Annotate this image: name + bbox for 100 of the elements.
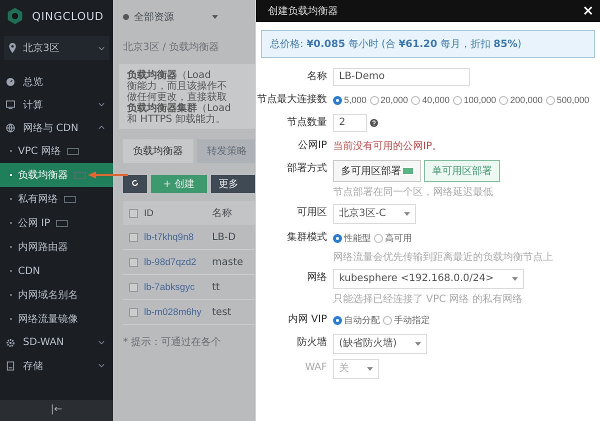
more-actions-button[interactable]: 更多 [210, 175, 255, 193]
hint-text: 只能选择已经连接了 VPC 网络 的私有网络 [333, 292, 524, 306]
radio-label: 100,000 [464, 95, 496, 105]
checkbox[interactable] [129, 232, 138, 242]
radio-label: 5,000 [344, 95, 367, 105]
select-field[interactable]: 北京3区-C [333, 204, 416, 224]
price-notice: 总价格: ¥0.085 每小时 (合 ¥61.20 每月，折扣 85%) [261, 30, 595, 58]
dashboard-icon [6, 76, 15, 86]
nav-subitem[interactable]: 负载均衡器 [0, 163, 113, 187]
column-header: ID [144, 208, 154, 218]
radio-button[interactable] [411, 96, 420, 104]
caret-icon [512, 277, 518, 281]
error-message: 当前没有可用的公网IP。 [333, 140, 442, 153]
table-cell-text: tt [212, 282, 221, 292]
checkbox[interactable] [129, 208, 138, 218]
storage-icon [6, 360, 15, 370]
new-badge [64, 196, 76, 202]
globe-icon [6, 122, 15, 132]
radio-button[interactable] [370, 96, 379, 104]
radio-label: 性能型 [344, 232, 371, 244]
field-label: 公网IP [297, 139, 328, 153]
field-label: 防火墙 [296, 336, 328, 350]
nav-subitem[interactable]: CDN [0, 259, 113, 283]
radio-label: 高可用 [385, 232, 412, 244]
location-pin-icon [8, 43, 17, 53]
description-line: 和 HTTPS 卸载能力。 [127, 114, 226, 125]
nav-item[interactable]: 存储 [0, 354, 113, 377]
resource-scope-dropdown[interactable]: 全部资源 [123, 8, 218, 26]
caret-icon [367, 367, 373, 371]
radio-button[interactable] [333, 316, 342, 324]
refresh-button[interactable] [123, 175, 147, 193]
breadcrumb: 北京3区 / 负载均衡器 [123, 40, 220, 54]
nav-subitem[interactable]: 内网路由器 [0, 235, 113, 259]
tab[interactable]: 负载均衡器 [123, 139, 193, 163]
caret-icon [414, 342, 421, 346]
nav-subitem[interactable]: 公网 IP [0, 211, 113, 235]
checkbox[interactable] [129, 282, 138, 292]
monitor-icon [6, 100, 15, 110]
refresh-icon [131, 178, 139, 186]
radio-button[interactable] [383, 316, 392, 324]
dialog-title: 创建负载均衡器 [268, 4, 338, 18]
description-line: 衡能力，而且该操作不 [127, 81, 228, 92]
caret-icon [404, 212, 410, 216]
select-field[interactable]: (缺省防火墙) [333, 334, 427, 354]
nav-subitem[interactable]: VPC 网络 [0, 139, 113, 163]
description-line: 负载均衡器（Load [127, 70, 212, 81]
hint-text: 网络流量会优先传输到距离最近的负载均衡节点上 [333, 250, 553, 264]
radio-label: 200,000 [510, 95, 543, 105]
new-badge [74, 172, 86, 178]
nav-subitem[interactable]: 网络流量镜像 [0, 307, 113, 331]
radio-label: 手动指定 [394, 314, 430, 326]
table-cell-text: maste [212, 256, 244, 268]
radio-button[interactable] [374, 234, 383, 242]
chevron-down-icon [98, 46, 105, 50]
radio-label: 20,000 [380, 95, 408, 105]
checkbox[interactable] [129, 308, 138, 316]
radio-label: 40,000 [422, 95, 450, 105]
radio-button[interactable] [333, 234, 342, 242]
checkbox[interactable] [129, 258, 138, 266]
name-field[interactable]: LB-Demo [333, 68, 470, 86]
hint-text: 节点部署在同一个区，网络延迟最低 [333, 186, 494, 199]
nav-item[interactable]: 网络与 CDN [0, 116, 113, 139]
gear-icon [6, 338, 15, 348]
logo-icon [6, 7, 24, 25]
pointer-arrow-icon [88, 171, 128, 179]
field-label: 名称 [306, 70, 328, 84]
region-selector[interactable]: 北京3区 [4, 36, 109, 60]
table-cell-text: test [212, 306, 232, 318]
radio-button[interactable] [546, 96, 555, 104]
collapse-sidebar-button[interactable]: |← [0, 400, 113, 421]
nav-subitem[interactable]: 私有网络 [0, 187, 113, 211]
description-line: 负载均衡器集群（Load [127, 103, 232, 114]
field-label: 节点最大连接数 [256, 92, 328, 107]
select-field[interactable]: kubesphere <192.168.0.0/24> [333, 269, 524, 289]
nav-subitem[interactable]: 内网域名别名 [0, 283, 113, 307]
brand-name: QINGCLOUD [32, 10, 104, 22]
chevron-down-icon [98, 340, 105, 345]
new-badge [67, 148, 80, 154]
field-label: 网络 [306, 271, 328, 285]
radio-button[interactable] [452, 96, 462, 104]
deployment-option-button[interactable]: 多可用区部署 [333, 160, 421, 182]
field-label: 可用区 [296, 206, 328, 220]
new-badge [56, 220, 68, 226]
radio-button[interactable] [499, 96, 508, 104]
field-label: 部署方式 [286, 162, 328, 176]
radio-button[interactable] [333, 96, 342, 104]
help-icon [370, 119, 378, 127]
radio-label: 500,000 [556, 95, 590, 105]
close-button[interactable]: × [580, 3, 596, 19]
number-field[interactable]: 2 [333, 114, 367, 132]
chevron-down-icon [98, 363, 105, 368]
field-label: WAF [304, 361, 328, 375]
table-cell-text: LB-D [212, 232, 237, 242]
nav-item[interactable]: 总览 [0, 70, 113, 93]
chevron-up-icon [98, 125, 105, 130]
field-label: 内网 VIP [287, 312, 328, 327]
description-line: 做任何更改，直接获取 [127, 92, 228, 103]
nav-item[interactable]: SD-WAN [0, 331, 113, 354]
field-label: 集群模式 [286, 230, 328, 245]
nav-item[interactable]: 计算 [0, 93, 113, 116]
